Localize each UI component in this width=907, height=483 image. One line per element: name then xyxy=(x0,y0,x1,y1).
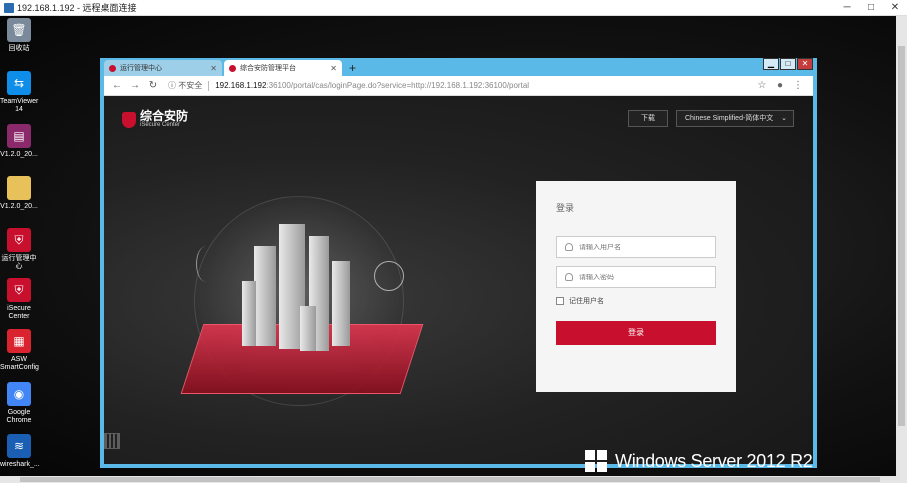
url-path: :36100/portal/cas/loginPage.do?service=h… xyxy=(266,81,530,90)
building-illustration xyxy=(254,246,276,346)
desktop-icon-label: 回收站 xyxy=(8,45,30,52)
tab-close-icon[interactable]: ✕ xyxy=(330,64,337,73)
address-actions: ☆ ● ⋮ xyxy=(753,80,807,91)
favicon-icon xyxy=(229,64,236,72)
browser-window: 运行管理中心 ✕ 综合安防管理平台 ✕ + ▁ □ ✕ ← → ↻ ⓘ 不安全 … xyxy=(100,58,817,468)
chevron-down-icon: ⌄ xyxy=(781,115,787,122)
security-indicator[interactable]: ⓘ 不安全 xyxy=(168,80,202,91)
rdp-title: 192.168.1.192 - 远程桌面连接 xyxy=(17,3,137,13)
tab-bar: 运行管理中心 ✕ 综合安防管理平台 ✕ + ▁ □ ✕ xyxy=(104,58,813,76)
language-value: Chinese Simplified-简体中文 xyxy=(685,115,774,122)
desktop-icon-label: wireshark_... xyxy=(0,461,40,468)
asw-icon: ▦ xyxy=(7,329,31,353)
desktop-icon-label: ASW SmartConfig xyxy=(0,356,39,371)
desktop-icon[interactable]: ◉ Google Chrome xyxy=(0,382,38,425)
url-host: 192.168.1.192 xyxy=(215,81,267,90)
desktop-icon[interactable]: ▦ ASW SmartConfig xyxy=(0,329,39,372)
building-illustration xyxy=(242,281,256,346)
desktop-icon-label: iSecure Center xyxy=(7,305,31,320)
maximize-button[interactable]: □ xyxy=(859,0,883,16)
building-illustration xyxy=(332,261,350,346)
desktop-icon-label: Google Chrome xyxy=(6,409,32,424)
security-label: 不安全 xyxy=(178,81,203,90)
new-tab-button[interactable]: + xyxy=(344,60,361,76)
building-illustration xyxy=(300,306,316,351)
profile-icon[interactable]: ● xyxy=(771,80,789,91)
close-button[interactable]: ✕ xyxy=(883,0,907,16)
qr-code-icon[interactable] xyxy=(104,433,120,449)
bookmark-star-icon[interactable]: ☆ xyxy=(753,80,771,91)
wireshark-icon: ≋ xyxy=(7,434,31,458)
favicon-icon xyxy=(109,64,116,72)
teamviewer-icon: ⇆ xyxy=(7,71,31,95)
tab-label: 运行管理中心 xyxy=(120,65,162,72)
back-icon[interactable]: ← xyxy=(110,80,124,91)
username-field xyxy=(556,236,716,258)
username-input[interactable] xyxy=(579,243,699,251)
user-icon xyxy=(565,243,573,251)
forward-icon[interactable]: → xyxy=(128,80,142,91)
password-input[interactable] xyxy=(579,273,699,281)
browser-window-controls: ▁ □ ✕ xyxy=(762,58,813,70)
brand-name: 综合安防 xyxy=(140,109,189,123)
scroll-thumb[interactable] xyxy=(898,46,905,426)
windows-logo-icon xyxy=(585,450,607,472)
chrome-icon: ◉ xyxy=(7,382,31,406)
remember-label: 记住用户名 xyxy=(569,298,604,305)
desktop-icon[interactable]: ⇆ TeamViewer 14 xyxy=(0,71,38,114)
rdp-titlebar: 192.168.1.192 - 远程桌面连接 ─ □ ✕ xyxy=(0,0,907,16)
orbit-arc-illustration xyxy=(196,246,216,282)
recycle-bin-icon: 🗑 xyxy=(7,18,31,42)
browser-minimize-button[interactable]: ▁ xyxy=(763,58,779,70)
rdp-app-icon xyxy=(4,2,14,13)
browser-maximize-button[interactable]: □ xyxy=(780,58,796,70)
remote-desktop: 🗑 回收站 ⇆ TeamViewer 14 ▤ V1.2.0_20... V1.2.0_20… xyxy=(0,16,896,476)
login-button[interactable]: 登录 xyxy=(556,321,716,345)
orbit-ring-illustration xyxy=(374,261,404,291)
os-watermark-text: Windows Server 2012 R2 xyxy=(615,450,813,471)
desktop-icon[interactable]: ≋ wireshark_... xyxy=(0,434,40,469)
desktop-icon-label: V1.2.0_20... xyxy=(0,203,38,210)
winrar-archive-icon: ▤ xyxy=(7,124,31,148)
desktop-icon[interactable]: ⛨ iSecure Center xyxy=(0,278,38,321)
reload-icon[interactable]: ↻ xyxy=(146,80,160,91)
tab-close-icon[interactable]: ✕ xyxy=(210,64,217,73)
remember-username[interactable]: 记住用户名 xyxy=(556,296,716,306)
minimize-button[interactable]: ─ xyxy=(835,0,859,16)
menu-icon[interactable]: ⋮ xyxy=(789,80,807,91)
address-separator xyxy=(208,80,210,91)
folder-icon xyxy=(7,176,31,200)
desktop-icon-label: 运行管理中心 xyxy=(1,255,37,270)
tab-ops-center[interactable]: 运行管理中心 ✕ xyxy=(104,60,222,76)
url-field[interactable]: 192.168.1.192:36100/portal/cas/loginPage… xyxy=(215,81,529,90)
rdp-window-controls: ─ □ ✕ xyxy=(835,0,907,16)
lock-icon xyxy=(565,273,573,281)
tab-security-platform[interactable]: 综合安防管理平台 ✕ xyxy=(224,60,342,76)
login-page: 综合安防 iSecure Center 下载 Chinese Simplifie… xyxy=(104,96,813,464)
isecure-icon: ⛨ xyxy=(7,278,31,302)
vertical-scrollbar[interactable] xyxy=(896,16,907,476)
horizontal-scrollbar[interactable] xyxy=(0,476,907,483)
desktop-icon[interactable]: ⛨ 运行管理中心 xyxy=(0,228,38,271)
desktop-icon-label: TeamViewer 14 xyxy=(0,98,39,113)
password-field xyxy=(556,266,716,288)
tab-label: 综合安防管理平台 xyxy=(240,65,296,72)
browser-close-button[interactable]: ✕ xyxy=(797,58,813,70)
desktop-icon-label: V1.2.0_20... xyxy=(0,151,38,158)
scroll-thumb[interactable] xyxy=(20,477,880,482)
os-watermark: Windows Server 2012 R2 xyxy=(585,450,813,472)
ops-center-icon: ⛨ xyxy=(7,228,31,252)
desktop-icon[interactable]: 🗑 回收站 xyxy=(0,18,38,53)
brand-logo: 综合安防 iSecure Center xyxy=(122,110,188,129)
login-card: 登录 记住用户名 登录 xyxy=(536,181,736,392)
desktop-icon[interactable]: ▤ V1.2.0_20... xyxy=(0,124,38,159)
language-select[interactable]: Chinese Simplified-简体中文 ⌄ xyxy=(676,110,794,127)
remember-checkbox[interactable] xyxy=(556,297,564,305)
download-button[interactable]: 下载 xyxy=(628,110,668,127)
shield-logo-icon xyxy=(122,111,136,128)
address-bar: ← → ↻ ⓘ 不安全 192.168.1.192:36100/portal/c… xyxy=(104,76,813,96)
brand-sub: iSecure Center xyxy=(140,122,181,128)
desktop-icon[interactable]: V1.2.0_20... xyxy=(0,176,38,211)
login-title: 登录 xyxy=(556,203,575,213)
